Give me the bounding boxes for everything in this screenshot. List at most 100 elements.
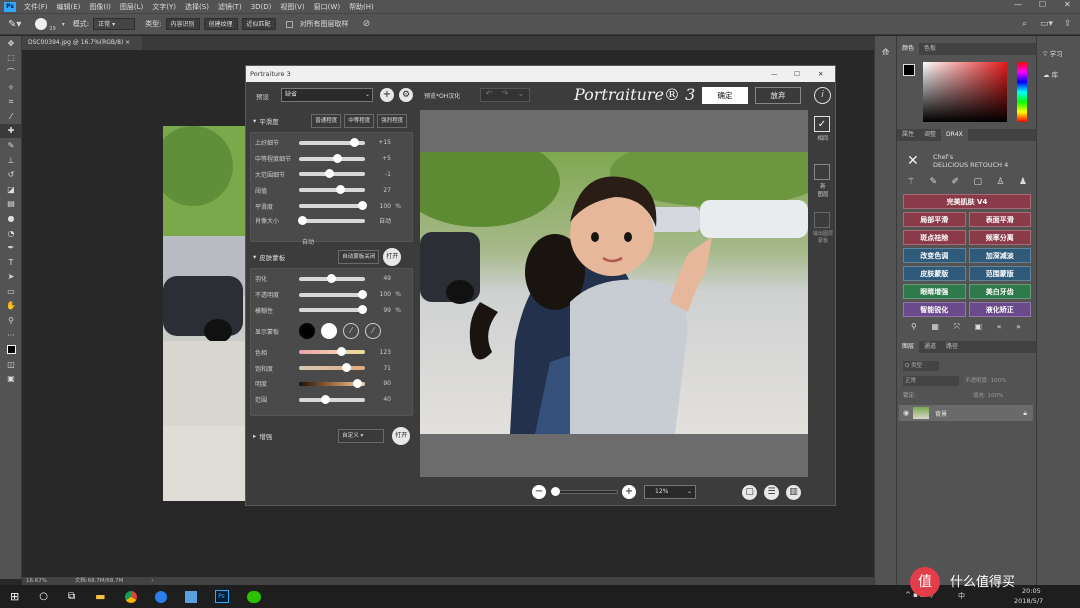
- preset-select[interactable]: 缺省 ⌄: [281, 88, 373, 102]
- dr4-button[interactable]: 范围蒙版: [968, 266, 1031, 281]
- history-down-icon[interactable]: ⌄: [518, 89, 525, 101]
- screen-mode-icon[interactable]: ▣: [0, 372, 22, 387]
- slider-knob[interactable]: [327, 273, 337, 283]
- slider-knob[interactable]: [325, 169, 335, 179]
- menu-help[interactable]: 帮助(H): [349, 2, 374, 12]
- menu-view[interactable]: 视图(V): [280, 2, 304, 12]
- close-tab-icon[interactable]: ×: [125, 39, 130, 46]
- crop-tool-icon[interactable]: ⌗: [0, 94, 22, 109]
- workspace-icon[interactable]: ▭▾: [1040, 19, 1053, 29]
- frame-icon[interactable]: ▢: [973, 177, 982, 187]
- tab-layers[interactable]: 图层: [897, 341, 920, 353]
- move-tool-icon[interactable]: ✥: [0, 36, 22, 51]
- expand-icon[interactable]: ▸: [253, 432, 256, 440]
- menu-edit[interactable]: 编辑(E): [57, 2, 81, 12]
- slider-knob[interactable]: [335, 185, 345, 195]
- output-mask-checkbox[interactable]: [814, 212, 830, 228]
- dr4-button[interactable]: 斑点祛除: [903, 230, 966, 245]
- menu-3d[interactable]: 3D(D): [251, 3, 272, 11]
- info-icon[interactable]: i: [814, 87, 831, 104]
- healing-brush-icon[interactable]: ✎▾: [8, 19, 21, 30]
- shape-tool-icon[interactable]: ▭: [0, 284, 22, 299]
- slider-track[interactable]: [299, 137, 365, 147]
- menu-file[interactable]: 文件(F): [24, 2, 48, 12]
- eyedropper-tool-icon[interactable]: ⁄: [0, 109, 22, 124]
- slider-track[interactable]: [299, 169, 365, 179]
- frame-icon[interactable]: ▣: [974, 322, 982, 332]
- slider-track[interactable]: [298, 215, 365, 225]
- visibility-icon[interactable]: ◉: [903, 409, 909, 417]
- fg-bg-color-icon[interactable]: [903, 64, 915, 76]
- tab-swatches[interactable]: 色板: [919, 43, 941, 55]
- pencil-icon[interactable]: ✐: [951, 177, 959, 187]
- hand-tool-icon[interactable]: ✋: [0, 299, 22, 314]
- color-swatch-icon[interactable]: [0, 342, 22, 357]
- share-icon[interactable]: ⇪: [1064, 19, 1072, 29]
- slider-track[interactable]: [299, 305, 367, 315]
- single-view-icon[interactable]: ▢: [742, 485, 757, 500]
- chevron-down-icon[interactable]: ▾: [62, 21, 65, 28]
- menu-image[interactable]: 图像(I): [89, 2, 111, 12]
- same-checkbox[interactable]: ✓: [814, 116, 830, 132]
- dr4-button[interactable]: 加深减淡: [968, 248, 1031, 263]
- collapse-icon[interactable]: ▾: [253, 117, 256, 125]
- slider-knob[interactable]: [341, 363, 351, 373]
- zoom-tool-icon[interactable]: ⚲: [0, 313, 22, 328]
- sample-all-checkbox[interactable]: [285, 20, 293, 28]
- split-vertical-icon[interactable]: ▥: [786, 485, 801, 500]
- tab-channels[interactable]: 通道: [919, 341, 941, 353]
- people-icon[interactable]: ♟: [1019, 177, 1027, 187]
- slider-knob[interactable]: [349, 137, 359, 147]
- search-icon[interactable]: ⚲: [911, 322, 917, 332]
- ok-button[interactable]: 确定: [702, 87, 748, 104]
- blur-tool-icon[interactable]: ●: [0, 211, 22, 226]
- healing-tool-icon[interactable]: ✚: [0, 123, 22, 139]
- dr4-button[interactable]: 智能锐化: [903, 302, 966, 317]
- clock-date[interactable]: 2018/5/7: [1014, 597, 1043, 605]
- person-icon[interactable]: ♙: [996, 177, 1004, 187]
- redo-icon[interactable]: ↷: [502, 89, 509, 101]
- quick-select-tool-icon[interactable]: ✧: [0, 80, 22, 95]
- slider-knob[interactable]: [333, 153, 343, 163]
- film-icon[interactable]: ▦: [931, 322, 939, 332]
- fill-field[interactable]: 填充: 100%: [973, 391, 1003, 399]
- dr4-button[interactable]: 美白牙齿: [968, 284, 1031, 299]
- ime-indicator[interactable]: 中: [958, 591, 965, 601]
- forward-icon[interactable]: »: [1016, 322, 1021, 332]
- document-image[interactable]: [163, 126, 253, 501]
- slider-track[interactable]: [299, 289, 367, 299]
- tab-dr4[interactable]: DR4X: [941, 129, 968, 141]
- slider-knob[interactable]: [321, 394, 331, 404]
- dodge-tool-icon[interactable]: ◔: [0, 226, 22, 241]
- new-layer-checkbox[interactable]: [814, 164, 830, 180]
- minimize-icon[interactable]: —: [1014, 0, 1022, 9]
- zoom-slider[interactable]: [551, 487, 618, 496]
- task-view-icon[interactable]: ⧉: [68, 591, 75, 602]
- chrome-icon[interactable]: [124, 590, 137, 603]
- slider-track[interactable]: [299, 185, 365, 195]
- color-picker[interactable]: [923, 62, 1007, 122]
- opacity-field[interactable]: 不透明度: 100%: [965, 376, 1006, 384]
- layer-row[interactable]: ◉ 背景 🔒︎: [899, 405, 1033, 421]
- windows-start-icon[interactable]: ⊞: [10, 590, 19, 603]
- zoom-slider-knob[interactable]: [551, 487, 560, 496]
- eyedropper-icon[interactable]: ⁄: [343, 323, 359, 340]
- minimize-icon[interactable]: —: [771, 66, 778, 82]
- history-brush-icon[interactable]: ↺: [0, 167, 22, 182]
- lasso-tool-icon[interactable]: ⌒: [0, 65, 22, 80]
- maximize-icon[interactable]: ☐: [1039, 0, 1046, 9]
- library-button[interactable]: ☁ 库: [1037, 69, 1080, 79]
- preview-photo[interactable]: [420, 152, 808, 434]
- path-select-icon[interactable]: ➤: [0, 270, 22, 285]
- maximize-icon[interactable]: ☐: [794, 66, 800, 82]
- hue-slider[interactable]: [1017, 62, 1027, 122]
- zoom-in-icon[interactable]: +: [622, 485, 636, 499]
- normal-button[interactable]: 普通程度: [311, 114, 342, 128]
- add-preset-button[interactable]: +: [380, 88, 394, 102]
- close-icon[interactable]: ✕: [818, 66, 823, 82]
- more-tools-icon[interactable]: ···: [0, 328, 22, 343]
- proximity-match-button[interactable]: 近似匹配: [241, 18, 276, 30]
- undo-icon[interactable]: ↶: [486, 89, 493, 101]
- create-texture-button[interactable]: 创建纹理: [203, 18, 238, 30]
- dr4-button[interactable]: 改变色调: [903, 248, 966, 263]
